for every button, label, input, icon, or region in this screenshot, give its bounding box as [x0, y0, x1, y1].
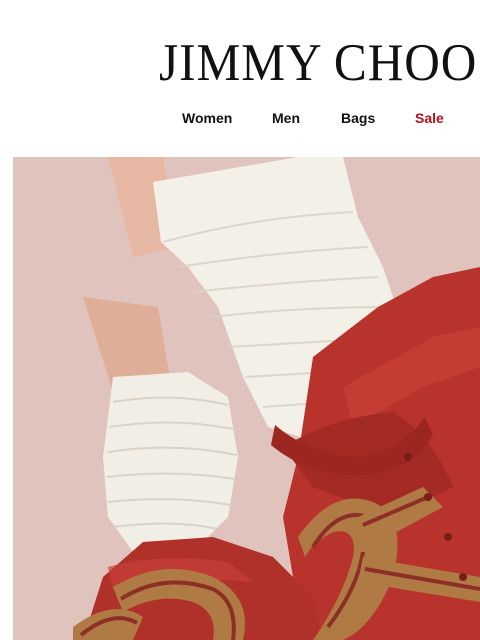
nav-women-link[interactable]: Women [182, 108, 232, 128]
nav-bags-link[interactable]: Bags [341, 108, 375, 128]
boots-socks-illustration [13, 157, 480, 640]
main-nav: Women Men Bags Sale [0, 108, 480, 128]
nav-sale-link[interactable]: Sale [415, 108, 444, 128]
nav-men-link[interactable]: Men [272, 108, 300, 128]
jimmy-choo-logo[interactable]: JIMMY CHOO [159, 34, 476, 92]
email-header: JIMMY CHOO Women Men Bags Sale [0, 0, 480, 157]
hero-image[interactable] [13, 157, 480, 640]
